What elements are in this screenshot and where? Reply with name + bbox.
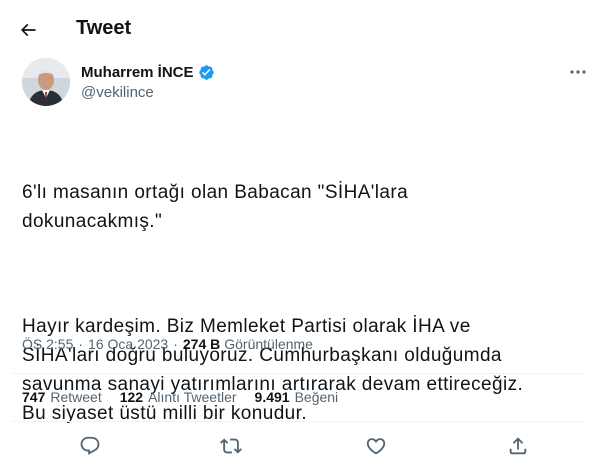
- author-name[interactable]: Muharrem İNCE: [81, 64, 194, 81]
- arrow-left-icon: [20, 23, 36, 37]
- share-button[interactable]: [505, 433, 531, 459]
- like-icon: [366, 438, 386, 455]
- avatar-photo: [22, 58, 70, 106]
- divider: [12, 421, 586, 422]
- likes-label: Beğeni: [294, 389, 339, 405]
- reply-icon: [80, 436, 100, 455]
- retweet-icon: [220, 438, 242, 454]
- author-block: Muharrem İNCE @vekilince: [81, 63, 215, 101]
- views-label: Görüntülenme: [224, 336, 313, 352]
- tweet-meta: ÖS 2:55 · 16 Oca 2023 · 274 B Görüntülen…: [22, 336, 313, 352]
- meta-separator: ·: [173, 336, 178, 352]
- page-title: Tweet: [76, 17, 132, 39]
- retweet-button[interactable]: [218, 433, 244, 459]
- tweet-time[interactable]: ÖS 2:55: [22, 336, 73, 352]
- tweet-paragraph: 6'lı masanın ortağı olan Babacan "SİHA'l…: [22, 182, 409, 232]
- views-count: 274 B: [182, 336, 221, 352]
- retweets-stat[interactable]: 747 Retweet: [22, 389, 102, 405]
- quote-tweets-label: Alıntı Tweetler: [148, 389, 237, 405]
- tweet-text: 6'lı masanın ortağı olan Babacan "SİHA'l…: [22, 120, 592, 457]
- reply-button[interactable]: [77, 433, 103, 459]
- more-options-button[interactable]: [566, 64, 590, 80]
- tweet-date[interactable]: 16 Oca 2023: [88, 336, 168, 352]
- likes-stat[interactable]: 9.491 Beğeni: [255, 389, 339, 405]
- divider: [12, 373, 586, 374]
- tweet-paragraph: Hayır kardeşim. Biz Memleket Partisi ola…: [22, 316, 524, 424]
- share-icon: [509, 437, 527, 455]
- author-handle[interactable]: @vekilince: [81, 84, 215, 101]
- quote-tweets-count: 122: [119, 389, 144, 405]
- avatar[interactable]: [22, 58, 70, 106]
- top-bar: Tweet: [0, 0, 598, 58]
- quote-tweets-stat[interactable]: 122 Alıntı Tweetler: [120, 389, 237, 405]
- meta-separator: ·: [78, 336, 84, 352]
- retweets-label: Retweet: [50, 389, 102, 405]
- retweets-count: 747: [22, 389, 46, 405]
- likes-count: 9.491: [254, 389, 290, 405]
- action-bar: [0, 425, 598, 465]
- more-icon: [570, 70, 586, 74]
- back-button[interactable]: [14, 16, 42, 44]
- tweet-stats: 747 Retweet 122 Alıntı Tweetler 9.491 Be…: [22, 389, 356, 405]
- like-button[interactable]: [363, 433, 389, 459]
- verified-badge-icon: [198, 64, 215, 81]
